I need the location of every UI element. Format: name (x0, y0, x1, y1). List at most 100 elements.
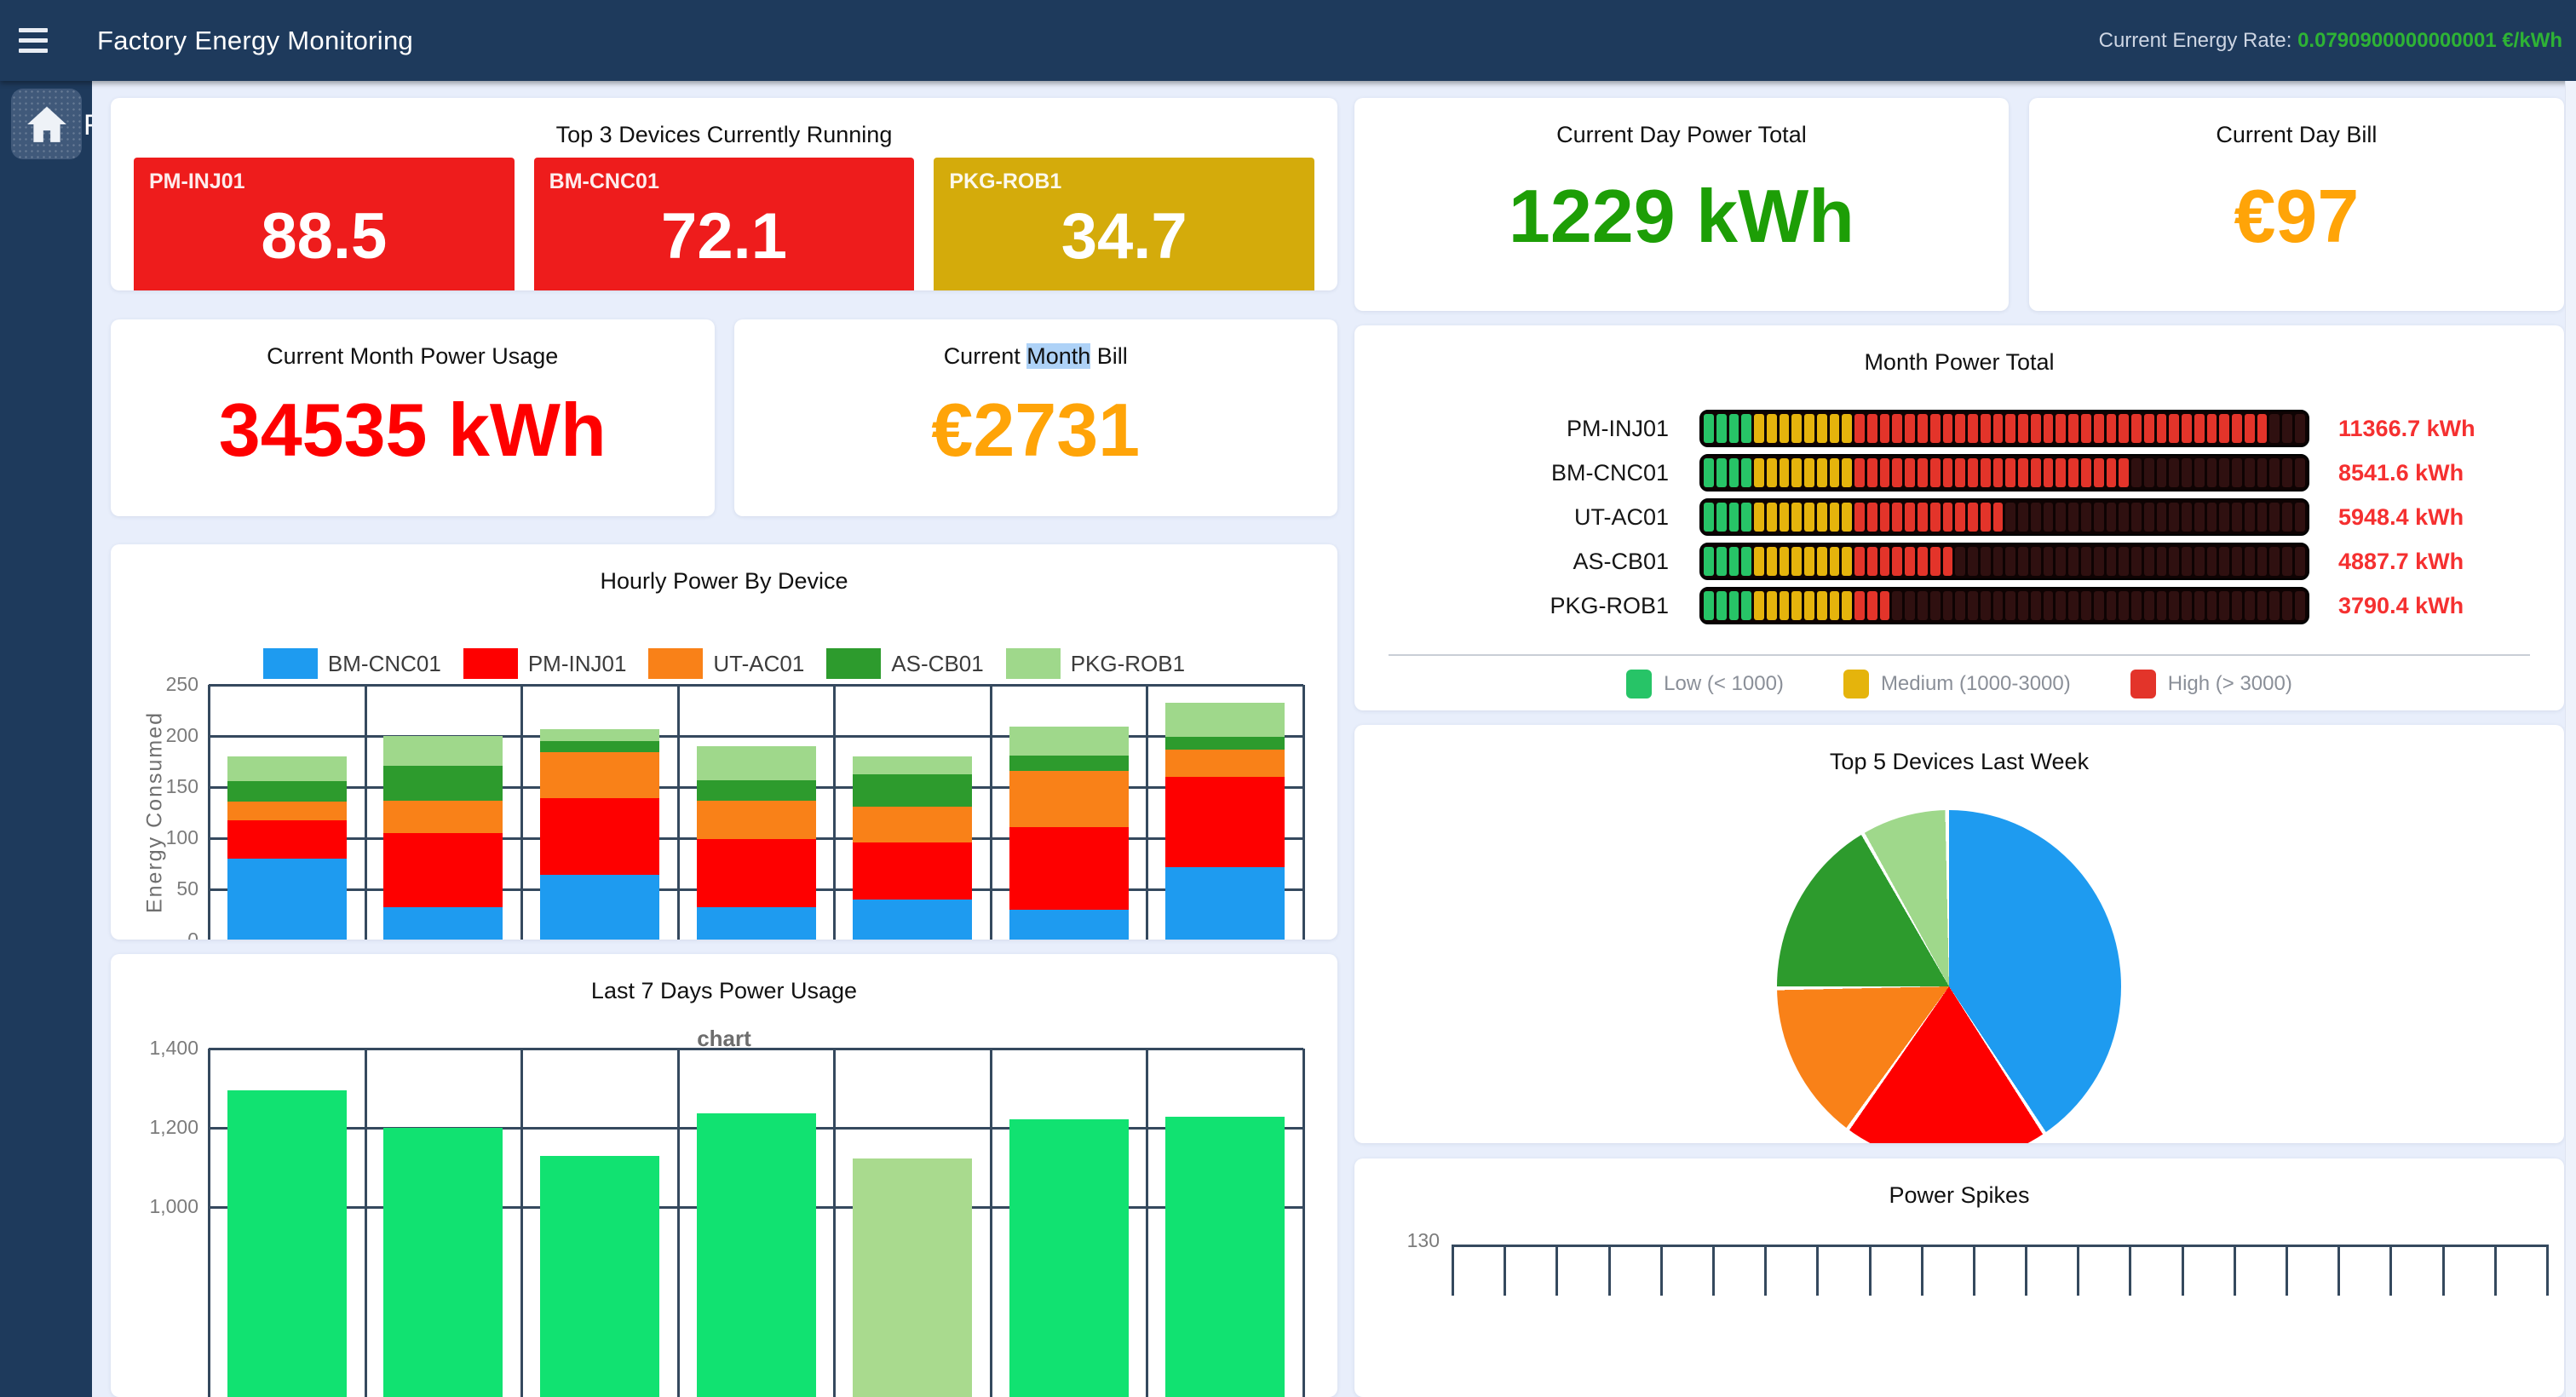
sidebar-item-home[interactable] (11, 89, 82, 159)
led-segment (1741, 458, 1751, 487)
led-segment (1716, 503, 1727, 532)
led-segment (2044, 458, 2054, 487)
led-segment (1830, 503, 1840, 532)
stacked-bar-segment (697, 780, 816, 801)
legend-item: Low (< 1000) (1626, 670, 1784, 698)
y-tick-label: 130 (1363, 1229, 1440, 1252)
legend-label: PKG-ROB1 (1071, 651, 1185, 677)
month-bill-value: €2731 (734, 370, 1338, 516)
stacked-bar-segment (540, 875, 659, 940)
legend-label: UT-AC01 (713, 651, 804, 677)
led-segment (2182, 414, 2192, 443)
led-segment (1968, 591, 1978, 620)
led-segment (2257, 547, 2268, 576)
led-segment (2207, 503, 2217, 532)
y-tick-label: 1,000 (122, 1195, 198, 1218)
led-segment (1716, 458, 1727, 487)
led-segment (1993, 414, 2004, 443)
gridline-v (1452, 1245, 1454, 1296)
led-segment (1892, 458, 1902, 487)
led-segment (2068, 503, 2079, 532)
hamburger-menu-icon[interactable] (19, 15, 78, 66)
y-tick-label: 150 (122, 775, 198, 798)
led-segment (1767, 591, 1777, 620)
stacked-bar-segment (540, 752, 659, 798)
led-segment (2131, 503, 2142, 532)
stacked-bar-segment (1165, 750, 1285, 777)
legend-swatch (1626, 670, 1652, 698)
led-segment (1791, 503, 1802, 532)
card-last7-days: Last 7 Days Power Usage chart 1,4001,200… (111, 954, 1337, 1397)
y-tick-label: 1,400 (122, 1037, 198, 1060)
legend-label: BM-CNC01 (328, 651, 441, 677)
led-segment (2081, 591, 2091, 620)
scrollbar-track[interactable] (2565, 81, 2576, 1397)
led-segment (2119, 458, 2129, 487)
led-segment (2169, 591, 2179, 620)
led-segment (1780, 503, 1790, 532)
led-segment (1767, 547, 1777, 576)
led-bar (1699, 410, 2309, 447)
y-tick-label: 1,200 (122, 1116, 198, 1139)
led-segment (2295, 414, 2305, 443)
led-segment (1880, 458, 1890, 487)
gridline-v (365, 685, 367, 940)
led-segment (2232, 591, 2242, 620)
led-segment (1842, 458, 1852, 487)
gridline-h (1452, 1245, 2547, 1247)
led-segment (1704, 414, 1714, 443)
led-segment (2282, 503, 2292, 532)
led-segment (1817, 458, 1827, 487)
led-segment (2005, 591, 2015, 620)
led-segment (2257, 458, 2268, 487)
led-segment (1943, 547, 1953, 576)
led-segment (2295, 591, 2305, 620)
top3-tiles: PM-INJ0188.5BM-CNC0172.1PKG-ROB134.7 (134, 158, 1314, 290)
device-kwh-value: 11366.7 kWh (2309, 416, 2475, 442)
stacked-bar-segment (227, 802, 347, 820)
led-segment (2081, 414, 2091, 443)
led-segment (2094, 591, 2104, 620)
led-segment (2005, 414, 2015, 443)
led-segment (2068, 458, 2079, 487)
led-segment (1892, 591, 1902, 620)
led-segment (1918, 503, 1928, 532)
gridline-v (1302, 685, 1305, 940)
stacked-bar-segment (227, 859, 347, 940)
card-title: Top 3 Devices Currently Running (111, 98, 1337, 148)
gridline-h (209, 735, 1303, 738)
device-label: PKG-ROB1 (1354, 593, 1699, 619)
led-segment (1842, 547, 1852, 576)
top-navbar: Factory Energy Monitoring Current Energy… (0, 0, 2576, 81)
led-segment (2056, 414, 2066, 443)
sidebar: F (0, 81, 92, 1397)
stacked-bar-segment (383, 801, 503, 833)
led-segment (2295, 503, 2305, 532)
device-tile[interactable]: BM-CNC0172.1 (534, 158, 915, 290)
led-segment (1767, 503, 1777, 532)
stacked-bar-segment (227, 820, 347, 859)
led-segment (1930, 591, 1941, 620)
led-segment (1880, 591, 1890, 620)
legend-label: PM-INJ01 (528, 651, 627, 677)
gridline-v (1660, 1245, 1663, 1296)
gridline-v (833, 685, 836, 940)
led-segment (1754, 414, 1764, 443)
led-segment (2245, 591, 2255, 620)
led-segment (2269, 591, 2280, 620)
led-segment (1981, 414, 1991, 443)
led-segment (1767, 458, 1777, 487)
chart-title: Power Spikes (1354, 1158, 2564, 1209)
led-bar (1699, 498, 2309, 536)
led-segment (2169, 547, 2179, 576)
led-segment (2031, 414, 2041, 443)
led-segment (2182, 547, 2192, 576)
led-segment (2157, 591, 2167, 620)
device-tile[interactable]: PKG-ROB134.7 (934, 158, 1314, 290)
led-segment (1930, 458, 1941, 487)
led-segment (2131, 547, 2142, 576)
device-tile[interactable]: PM-INJ0188.5 (134, 158, 515, 290)
led-segment (2207, 547, 2217, 576)
month-total-row: PM-INJ0111366.7 kWh (1354, 410, 2564, 447)
led-segment (1804, 458, 1814, 487)
